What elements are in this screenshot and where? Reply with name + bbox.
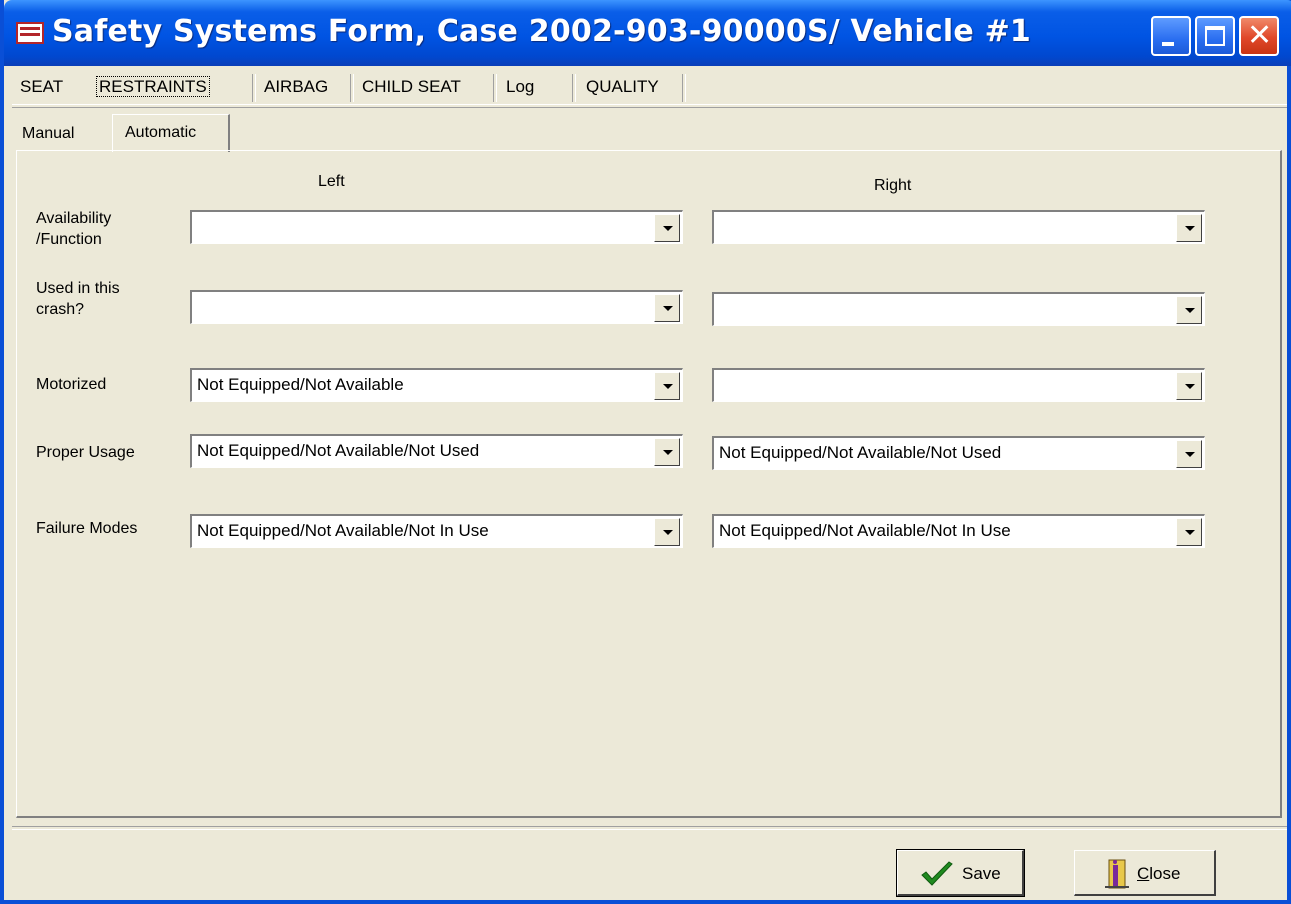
- footer-divider: [12, 826, 1287, 830]
- door-exit-icon: [1105, 859, 1129, 889]
- close-window-button[interactable]: ✕: [1239, 16, 1279, 56]
- proper-usage-right-value: Not Equipped/Not Available/Not Used: [719, 443, 1002, 462]
- close-icon: ✕: [1247, 18, 1273, 53]
- tab-airbag-label: AIRBAG: [264, 77, 329, 96]
- used-label-line1: Used in this: [36, 280, 120, 297]
- failure-modes-label: Failure Modes: [36, 520, 138, 537]
- tab-automatic[interactable]: Automatic: [112, 114, 230, 152]
- title-bar[interactable]: Safety Systems Form, Case 2002-903-90000…: [4, 0, 1291, 66]
- availability-left-select[interactable]: [190, 210, 683, 244]
- tab-airbag[interactable]: AIRBAG: [264, 70, 354, 104]
- tab-manual-label: Manual: [22, 125, 75, 142]
- chevron-down-icon[interactable]: [654, 214, 680, 242]
- proper-usage-right-select[interactable]: Not Equipped/Not Available/Not Used: [712, 436, 1205, 470]
- availability-label-line2: /Function: [36, 231, 102, 248]
- chevron-down-icon[interactable]: [654, 438, 680, 466]
- chevron-down-icon[interactable]: [654, 372, 680, 400]
- proper-usage-label: Proper Usage: [36, 444, 135, 461]
- save-button-label: Save: [962, 864, 1001, 883]
- used-in-crash-label: Used in this crash?: [36, 278, 120, 320]
- tab-restraints-label: RESTRAINTS: [96, 76, 210, 97]
- tab-seat[interactable]: SEAT: [20, 70, 94, 104]
- motorized-right-select[interactable]: [712, 368, 1205, 402]
- chevron-down-icon[interactable]: [654, 518, 680, 546]
- tab-automatic-label: Automatic: [125, 124, 197, 141]
- motorized-left-select[interactable]: Not Equipped/Not Available: [190, 368, 683, 402]
- availability-right-select[interactable]: [712, 210, 1205, 244]
- proper-usage-left-select[interactable]: Not Equipped/Not Available/Not Used: [190, 434, 683, 468]
- chevron-down-icon[interactable]: [1176, 372, 1202, 400]
- maximize-icon: [1205, 26, 1225, 46]
- tab-divider: [12, 104, 1287, 108]
- tab-log-label: Log: [506, 77, 535, 96]
- maximize-button[interactable]: [1195, 16, 1235, 56]
- used-in-crash-right-select[interactable]: [712, 292, 1205, 326]
- save-button[interactable]: Save: [896, 849, 1025, 897]
- tab-child-seat-label: CHILD SEAT: [362, 77, 461, 96]
- failure-modes-left-select[interactable]: Not Equipped/Not Available/Not In Use: [190, 514, 683, 548]
- minimize-icon: [1162, 42, 1174, 46]
- used-label-line2: crash?: [36, 301, 85, 318]
- close-button-label: Close: [1137, 864, 1181, 883]
- form-icon: [16, 22, 44, 44]
- safety-systems-window: Safety Systems Form, Case 2002-903-90000…: [0, 0, 1291, 904]
- chevron-down-icon[interactable]: [1176, 296, 1202, 324]
- chevron-down-icon[interactable]: [1176, 440, 1202, 468]
- chevron-down-icon[interactable]: [1176, 518, 1202, 546]
- window-title: Safety Systems Form, Case 2002-903-90000…: [52, 14, 1031, 49]
- failure-modes-right-value: Not Equipped/Not Available/Not In Use: [719, 521, 1011, 540]
- tab-quality-label: QUALITY: [586, 77, 659, 96]
- left-column-header: Left: [318, 173, 345, 190]
- motorized-left-value: Not Equipped/Not Available: [197, 375, 404, 394]
- proper-usage-left-value: Not Equipped/Not Available/Not Used: [197, 441, 480, 460]
- tab-manual[interactable]: Manual: [22, 116, 108, 152]
- availability-function-label: Availability /Function: [36, 208, 111, 250]
- tab-quality[interactable]: QUALITY: [586, 70, 686, 104]
- close-button[interactable]: Close: [1074, 850, 1216, 896]
- automatic-panel: [16, 150, 1282, 818]
- motorized-label: Motorized: [36, 376, 107, 393]
- chevron-down-icon[interactable]: [1176, 214, 1202, 242]
- chevron-down-icon[interactable]: [654, 294, 680, 322]
- minimize-button[interactable]: [1151, 16, 1191, 56]
- checkmark-icon: [921, 861, 953, 886]
- tab-log[interactable]: Log: [506, 70, 576, 104]
- right-column-header: Right: [874, 177, 912, 194]
- tab-restraints[interactable]: RESTRAINTS: [96, 70, 256, 104]
- availability-label-line1: Availability: [36, 210, 112, 227]
- tab-child-seat[interactable]: CHILD SEAT: [362, 70, 497, 104]
- tab-seat-label: SEAT: [20, 77, 64, 96]
- used-in-crash-left-select[interactable]: [190, 290, 683, 324]
- failure-modes-right-select[interactable]: Not Equipped/Not Available/Not In Use: [712, 514, 1205, 548]
- failure-modes-left-value: Not Equipped/Not Available/Not In Use: [197, 521, 489, 540]
